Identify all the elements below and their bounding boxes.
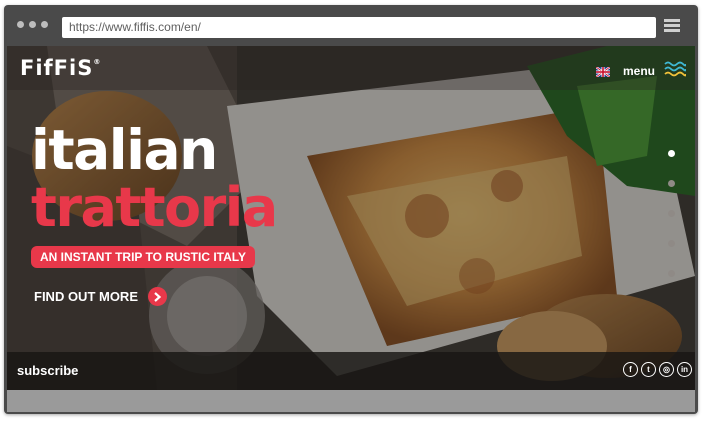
subscribe-bar: subscribe f t ◎ in [7,352,695,390]
logo-trademark: ® [93,58,102,66]
facebook-icon[interactable]: f [623,362,638,377]
slide-dot-2[interactable] [668,180,675,187]
social-links: f t ◎ in [623,362,692,377]
page-viewport: FifFiS® menu italian trattoria AN INSTAN… [7,46,695,412]
slide-dot-5[interactable] [668,270,675,277]
instagram-icon[interactable]: ◎ [659,362,674,377]
address-bar[interactable]: https://www.fiffis.com/en/ [62,17,656,38]
chevron-right-icon[interactable] [148,287,167,306]
menu-label[interactable]: menu [623,64,655,78]
browser-window: https://www.fiffis.com/en/ FifFiS® menu … [4,5,698,414]
cta-label: FIND OUT MORE [34,289,138,304]
twitter-icon[interactable]: t [641,362,656,377]
site-header [7,46,695,90]
logo-text: FifFiS [20,56,94,80]
site-logo[interactable]: FifFiS® [20,56,101,80]
window-dot-icon[interactable] [17,21,24,28]
slide-dot-1[interactable] [668,150,675,157]
browser-chrome: https://www.fiffis.com/en/ [4,5,698,45]
hero-tagline: AN INSTANT TRIP TO RUSTIC ITALY [31,246,256,268]
uk-flag-icon[interactable] [596,67,610,77]
slide-dot-3[interactable] [668,210,675,217]
below-fold-area [7,390,695,412]
linkedin-icon[interactable]: in [677,362,692,377]
find-out-more-link[interactable]: FIND OUT MORE [34,287,167,306]
waves-menu-icon[interactable] [664,61,686,77]
hero-title-line2: trattoria [31,176,278,239]
slide-dot-4[interactable] [668,240,675,247]
hero-title-line1: italian [31,118,218,182]
window-controls [17,21,48,28]
hamburger-icon[interactable] [664,19,680,32]
window-dot-icon[interactable] [29,21,36,28]
window-dot-icon[interactable] [41,21,48,28]
slide-pagination [668,150,676,300]
subscribe-link[interactable]: subscribe [17,363,78,378]
